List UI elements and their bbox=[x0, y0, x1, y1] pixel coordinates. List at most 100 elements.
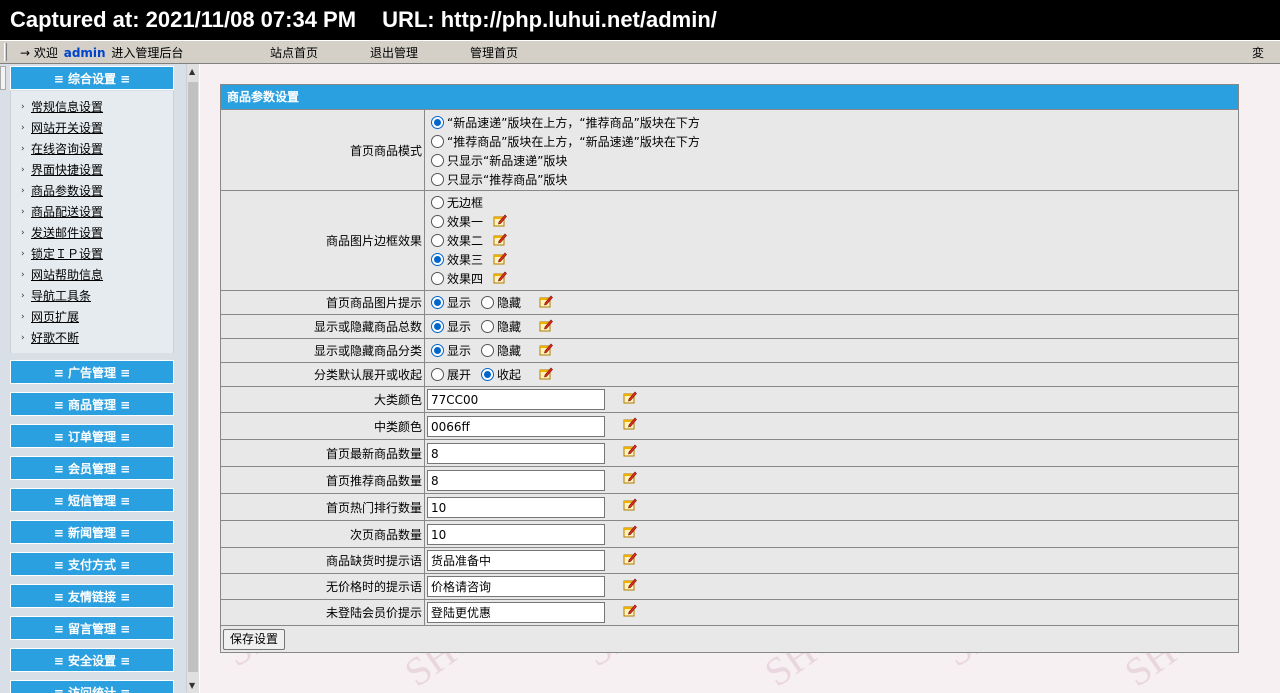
capture-url: URL: http://php.luhui.net/admin/ bbox=[382, 7, 717, 32]
radio-button[interactable] bbox=[431, 296, 444, 309]
radio-button[interactable] bbox=[431, 215, 444, 228]
nav-site-home[interactable]: 站点首页 bbox=[270, 41, 318, 65]
note-edit-icon[interactable] bbox=[623, 470, 637, 484]
radio-button[interactable] bbox=[431, 154, 444, 167]
note-edit-icon[interactable] bbox=[493, 232, 507, 246]
chevron-right-icon: › bbox=[21, 144, 25, 154]
sidebar-scrollbar[interactable]: ▲ ▼ bbox=[186, 64, 199, 693]
category-color-input[interactable] bbox=[427, 389, 605, 410]
border-option[interactable]: 效果二 bbox=[431, 232, 483, 250]
note-edit-icon[interactable] bbox=[493, 270, 507, 284]
note-edit-icon[interactable] bbox=[539, 294, 553, 308]
note-edit-icon[interactable] bbox=[539, 342, 553, 356]
sidebar-section[interactable]: ≡ 访问统计 ≡ bbox=[10, 680, 174, 693]
sidebar-item[interactable]: › 锁定ＩＰ设置 bbox=[21, 245, 103, 263]
save-settings-button[interactable]: 保存设置 bbox=[223, 629, 286, 650]
sidebar-section-general[interactable]: ≡ 综合设置 ≡ bbox=[10, 66, 174, 90]
radio-button[interactable] bbox=[431, 196, 444, 209]
radio-button[interactable] bbox=[481, 368, 494, 381]
mode-option[interactable]: “新品速递”版块在上方，“推荐商品”版块在下方 bbox=[431, 114, 700, 132]
radio-button[interactable] bbox=[431, 253, 444, 266]
sidebar-section[interactable]: ≡ 广告管理 ≡ bbox=[10, 360, 174, 384]
radio-button[interactable] bbox=[431, 368, 444, 381]
radio-button[interactable] bbox=[431, 173, 444, 186]
sidebar-item[interactable]: › 网站帮助信息 bbox=[21, 266, 103, 284]
mode-option[interactable]: 只显示“新品速递”版块 bbox=[431, 152, 567, 170]
sidebar-section[interactable]: ≡ 商品管理 ≡ bbox=[10, 392, 174, 416]
sidebar-item[interactable]: › 好歌不断 bbox=[21, 329, 79, 347]
toggle-option[interactable]: 显示 bbox=[431, 294, 471, 312]
note-edit-icon[interactable] bbox=[623, 577, 637, 591]
row-label: 首页热门排行数量 bbox=[221, 494, 425, 520]
row-toggle: 显示或隐藏商品分类 显示 隐藏 bbox=[221, 339, 1238, 363]
sidebar-item[interactable]: › 界面快捷设置 bbox=[21, 161, 103, 179]
toggle-option[interactable]: 隐藏 bbox=[481, 342, 521, 360]
radio-button[interactable] bbox=[431, 135, 444, 148]
sidebar-item[interactable]: › 商品参数设置 bbox=[21, 182, 103, 200]
note-edit-icon[interactable] bbox=[623, 551, 637, 565]
row-label: 显示或隐藏商品总数 bbox=[221, 315, 425, 338]
radio-button[interactable] bbox=[481, 296, 494, 309]
note-edit-icon[interactable] bbox=[493, 213, 507, 227]
border-option[interactable]: 效果四 bbox=[431, 270, 483, 288]
new-products-count-input[interactable] bbox=[427, 443, 605, 464]
border-option[interactable]: 效果一 bbox=[431, 213, 483, 231]
scrollbar-thumb[interactable] bbox=[188, 82, 198, 672]
radio-button[interactable] bbox=[431, 234, 444, 247]
sidebar-section[interactable]: ≡ 留言管理 ≡ bbox=[10, 616, 174, 640]
sidebar-item[interactable]: › 网页扩展 bbox=[21, 308, 79, 326]
no-price-text-input[interactable] bbox=[427, 576, 605, 597]
toggle-option[interactable]: 显示 bbox=[431, 342, 471, 360]
scroll-up-icon[interactable]: ▲ bbox=[189, 67, 195, 76]
recommended-count-input[interactable] bbox=[427, 470, 605, 491]
sidebar-item[interactable]: › 在线咨询设置 bbox=[21, 140, 103, 158]
radio-button[interactable] bbox=[431, 320, 444, 333]
note-edit-icon[interactable] bbox=[493, 251, 507, 265]
note-edit-icon[interactable] bbox=[623, 524, 637, 538]
mode-option[interactable]: “推荐商品”版块在上方，“新品速递”版块在下方 bbox=[431, 133, 700, 151]
page-products-count-input[interactable] bbox=[427, 524, 605, 545]
username: admin bbox=[63, 46, 106, 60]
subcategory-color-input[interactable] bbox=[427, 416, 605, 437]
toggle-option[interactable]: 收起 bbox=[481, 366, 521, 384]
radio-button[interactable] bbox=[431, 272, 444, 285]
sidebar-section[interactable]: ≡ 支付方式 ≡ bbox=[10, 552, 174, 576]
sidebar-section[interactable]: ≡ 短信管理 ≡ bbox=[10, 488, 174, 512]
note-edit-icon[interactable] bbox=[539, 366, 553, 380]
toggle-option[interactable]: 显示 bbox=[431, 318, 471, 336]
arrow-icon: → bbox=[20, 46, 31, 60]
radio-button[interactable] bbox=[431, 116, 444, 129]
sidebar-section[interactable]: ≡ 友情链接 ≡ bbox=[10, 584, 174, 608]
note-edit-icon[interactable] bbox=[623, 497, 637, 511]
toggle-option[interactable]: 隐藏 bbox=[481, 294, 521, 312]
mode-option[interactable]: 只显示“推荐商品”版块 bbox=[431, 171, 567, 189]
note-edit-icon[interactable] bbox=[623, 603, 637, 617]
border-option[interactable]: 效果三 bbox=[431, 251, 483, 269]
sidebar-item[interactable]: › 常规信息设置 bbox=[21, 98, 103, 116]
out-of-stock-text-input[interactable] bbox=[427, 550, 605, 571]
hot-ranking-count-input[interactable] bbox=[427, 497, 605, 518]
sidebar-section[interactable]: ≡ 安全设置 ≡ bbox=[10, 648, 174, 672]
note-edit-icon[interactable] bbox=[623, 416, 637, 430]
note-edit-icon[interactable] bbox=[623, 443, 637, 457]
toggle-option[interactable]: 隐藏 bbox=[481, 318, 521, 336]
toggle-option[interactable]: 展开 bbox=[431, 366, 471, 384]
sidebar-item[interactable]: › 导航工具条 bbox=[21, 287, 91, 305]
guest-price-text-input[interactable] bbox=[427, 602, 605, 623]
note-edit-icon[interactable] bbox=[623, 390, 637, 404]
sidebar-marker bbox=[0, 66, 6, 90]
sidebar-item[interactable]: › 网站开关设置 bbox=[21, 119, 103, 137]
radio-button[interactable] bbox=[431, 344, 444, 357]
sidebar-section[interactable]: ≡ 会员管理 ≡ bbox=[10, 456, 174, 480]
scroll-down-icon[interactable]: ▼ bbox=[189, 681, 195, 690]
sidebar-item[interactable]: › 发送邮件设置 bbox=[21, 224, 103, 242]
radio-button[interactable] bbox=[481, 344, 494, 357]
sidebar-item[interactable]: › 商品配送设置 bbox=[21, 203, 103, 221]
nav-logout[interactable]: 退出管理 bbox=[370, 41, 418, 65]
sidebar-section[interactable]: ≡ 订单管理 ≡ bbox=[10, 424, 174, 448]
radio-button[interactable] bbox=[481, 320, 494, 333]
sidebar-section[interactable]: ≡ 新闻管理 ≡ bbox=[10, 520, 174, 544]
note-edit-icon[interactable] bbox=[539, 318, 553, 332]
border-option[interactable]: 无边框 bbox=[431, 194, 483, 212]
nav-admin-home[interactable]: 管理首页 bbox=[470, 41, 518, 65]
